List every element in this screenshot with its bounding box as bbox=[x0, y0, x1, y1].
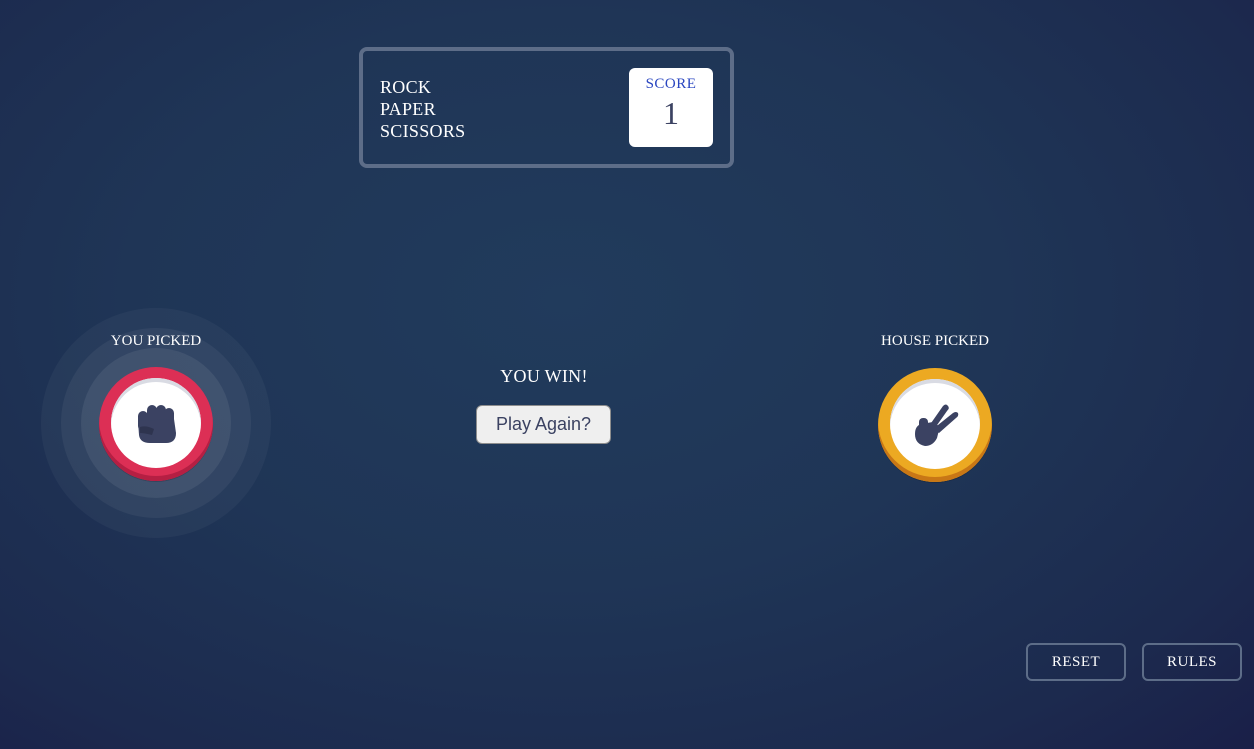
scissors-hand-icon bbox=[915, 404, 959, 446]
rock-token-face bbox=[111, 378, 201, 468]
house-picked-label: HOUSE PICKED bbox=[881, 333, 989, 349]
house-choice-scissors-token bbox=[878, 368, 992, 482]
player-choice-rock-token bbox=[99, 367, 213, 481]
game-title: ROCK PAPER SCISSORS bbox=[380, 76, 465, 142]
title-line-scissors: SCISSORS bbox=[380, 121, 466, 141]
title-line-paper: PAPER bbox=[380, 99, 436, 119]
scoreboard-header: ROCK PAPER SCISSORS SCORE 1 bbox=[359, 47, 734, 168]
rock-fist-icon bbox=[138, 405, 176, 443]
title-line-rock: ROCK bbox=[380, 77, 432, 97]
result-message: YOU WIN! bbox=[500, 366, 588, 386]
score-label: SCORE bbox=[645, 76, 697, 92]
play-again-button[interactable]: Play Again? bbox=[476, 405, 611, 444]
scissors-token-face bbox=[890, 379, 980, 469]
score-box: SCORE 1 bbox=[629, 68, 713, 147]
reset-button[interactable]: RESET bbox=[1026, 643, 1126, 681]
score-value: 1 bbox=[663, 95, 679, 131]
rules-button[interactable]: RULES bbox=[1142, 643, 1242, 681]
